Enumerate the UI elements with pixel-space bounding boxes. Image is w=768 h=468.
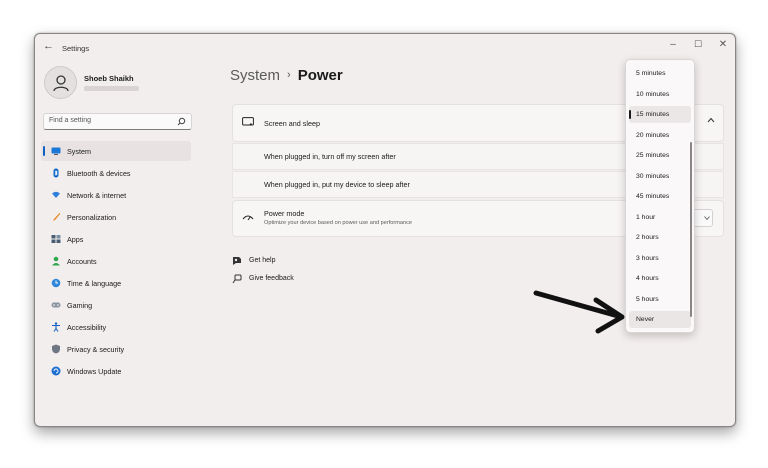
sidebar-item-label: Privacy & security: [67, 345, 125, 354]
feedback-icon: [232, 274, 242, 284]
sidebar-item-label: Accounts: [67, 257, 97, 266]
title-bar: ← Settings – ☐ ✕: [35, 34, 735, 62]
sidebar-item-label: Accessibility: [67, 323, 107, 332]
search-box[interactable]: Find a setting: [43, 113, 192, 130]
sidebar-item-privacy[interactable]: Privacy & security: [41, 339, 191, 359]
dropdown-option[interactable]: 5 hours: [629, 291, 691, 308]
get-help-label: Get help: [249, 257, 276, 264]
sidebar-item-personalization[interactable]: Personalization: [41, 207, 191, 227]
maximize-button[interactable]: ☐: [690, 39, 706, 50]
breadcrumb-separator: ›: [287, 69, 291, 81]
page-title: System › Power: [230, 67, 343, 84]
dropdown-option[interactable]: 20 minutes: [629, 127, 691, 144]
dropdown-option[interactable]: 4 hours: [629, 270, 691, 287]
personalization-icon: [53, 213, 61, 221]
privacy-icon: [52, 344, 60, 354]
windows-update-icon: [51, 366, 61, 376]
power-mode-description: Optimize your device based on power use …: [264, 220, 413, 226]
dropdown-option[interactable]: 30 minutes: [629, 168, 691, 185]
close-button[interactable]: ✕: [715, 39, 731, 50]
get-help-icon: [233, 257, 241, 265]
system-icon: [51, 147, 61, 155]
profile-email-redacted: [84, 86, 139, 91]
power-mode-title: Power mode: [264, 209, 305, 218]
sidebar-item-accounts[interactable]: Accounts: [41, 251, 191, 271]
minimize-button[interactable]: –: [665, 39, 681, 50]
screen-sleep-icon: [242, 117, 254, 126]
sidebar-item-windows-update[interactable]: Windows Update: [41, 361, 191, 381]
accessibility-icon: [52, 322, 60, 332]
sidebar-item-system[interactable]: System: [41, 141, 191, 161]
dropdown-option[interactable]: 45 minutes: [629, 188, 691, 205]
bluetooth-icon: [53, 168, 59, 178]
sleep-label: When plugged in, put my device to sleep …: [264, 180, 410, 189]
dropdown-option[interactable]: 2 hours: [629, 229, 691, 246]
network-icon: [52, 191, 60, 198]
sidebar-item-bluetooth[interactable]: Bluetooth & devices: [41, 163, 191, 183]
sidebar-item-label: Network & internet: [67, 191, 127, 200]
sidebar-item-label: System: [67, 147, 91, 156]
chevron-down-icon: [704, 216, 710, 220]
search-icon: [177, 117, 186, 126]
dropdown-option[interactable]: 3 hours: [629, 250, 691, 267]
annotation-arrow-icon: [533, 290, 625, 334]
dropdown-option-selected[interactable]: 15 minutes: [629, 106, 691, 123]
dropdown-option[interactable]: 25 minutes: [629, 147, 691, 164]
sidebar-nav: System Bluetooth & devices Network & int…: [41, 141, 191, 383]
dropdown-option[interactable]: 5 minutes: [629, 65, 691, 82]
sidebar-item-label: Gaming: [67, 301, 93, 310]
accounts-icon: [52, 256, 60, 266]
apps-icon: [51, 235, 61, 243]
sidebar-item-accessibility[interactable]: Accessibility: [41, 317, 191, 337]
sidebar-item-label: Time & language: [67, 279, 122, 288]
app-title: Settings: [62, 44, 90, 53]
power-mode-icon: [242, 215, 254, 221]
timeout-dropdown: 5 minutes 10 minutes 15 minutes 20 minut…: [625, 59, 695, 333]
avatar[interactable]: [44, 66, 77, 99]
time-language-icon: [51, 278, 61, 288]
sidebar-item-label: Windows Update: [67, 367, 122, 376]
selected-indicator: [629, 110, 631, 119]
chevron-up-icon[interactable]: [707, 117, 715, 123]
dropdown-option[interactable]: 10 minutes: [629, 86, 691, 103]
dropdown-option[interactable]: 1 hour: [629, 209, 691, 226]
sidebar-item-label: Personalization: [67, 213, 117, 222]
settings-window: ← Settings – ☐ ✕ Shoeb Shaikh Find a set…: [34, 33, 736, 427]
back-arrow-icon[interactable]: ←: [43, 40, 54, 52]
dropdown-option-never[interactable]: Never: [629, 311, 691, 328]
dropdown-scrollbar[interactable]: [690, 142, 692, 317]
profile-name: Shoeb Shaikh: [84, 74, 134, 83]
screen-sleep-title: Screen and sleep: [264, 119, 320, 128]
breadcrumb-parent[interactable]: System: [230, 67, 280, 84]
sidebar-item-gaming[interactable]: Gaming: [41, 295, 191, 315]
sidebar-item-apps[interactable]: Apps: [41, 229, 191, 249]
active-indicator: [43, 146, 45, 156]
sidebar-item-label: Apps: [67, 235, 84, 244]
sidebar-item-label: Bluetooth & devices: [67, 169, 131, 178]
gaming-icon: [51, 302, 61, 308]
sidebar-item-time-language[interactable]: Time & language: [41, 273, 191, 293]
person-icon: [52, 74, 69, 91]
breadcrumb-current: Power: [297, 67, 343, 84]
give-feedback-label: Give feedback: [249, 275, 294, 282]
search-placeholder: Find a setting: [49, 117, 92, 124]
sidebar-item-network[interactable]: Network & internet: [41, 185, 191, 205]
screen-off-label: When plugged in, turn off my screen afte…: [264, 152, 396, 161]
